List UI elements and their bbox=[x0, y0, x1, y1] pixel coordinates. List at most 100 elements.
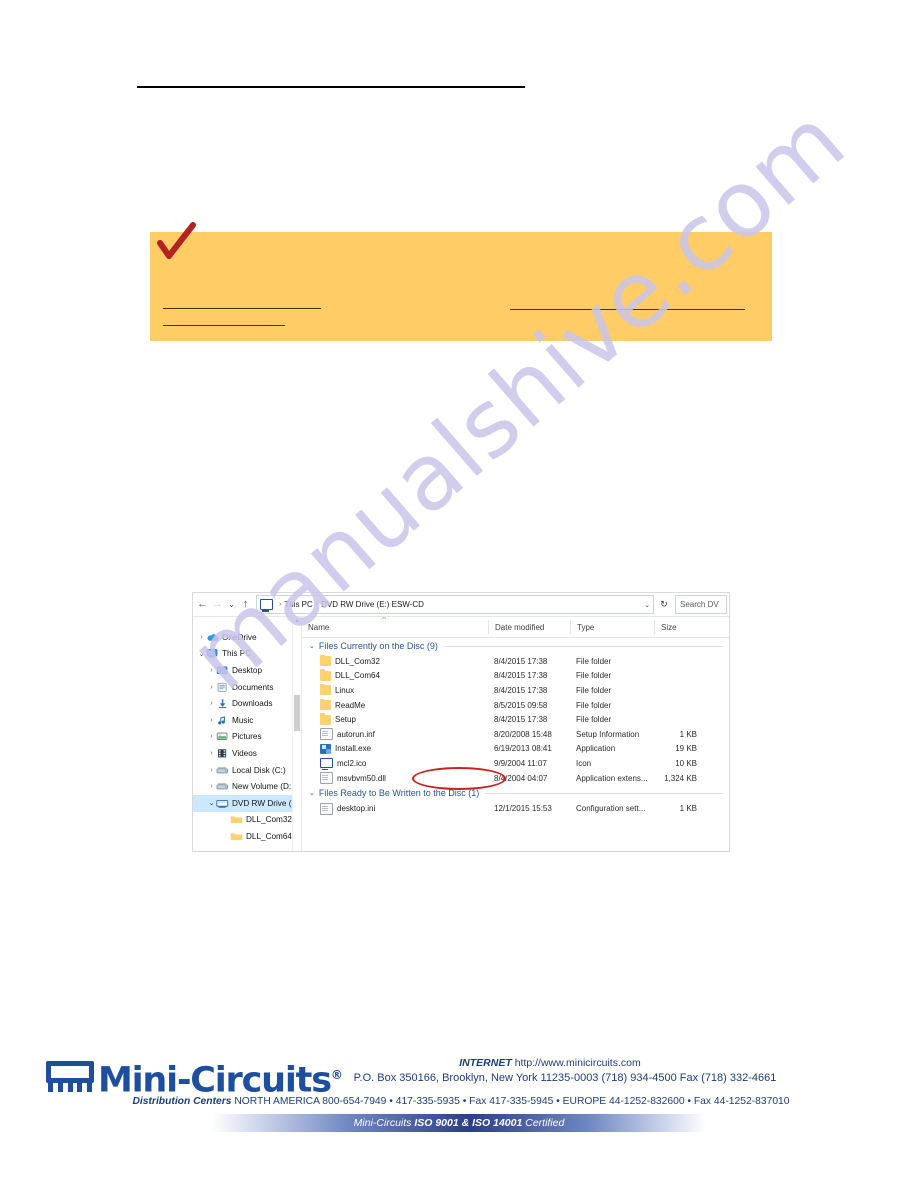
scrollbar-thumb[interactable] bbox=[294, 695, 300, 731]
file-row[interactable]: autorun.inf 8/20/2008 15:48 Setup Informat… bbox=[302, 727, 729, 742]
mini-circuits-logo: Mini-Circuits® bbox=[46, 1057, 343, 1099]
file-size-cell: 1,324 KB bbox=[664, 773, 697, 783]
file-name-cell[interactable]: autorun.inf bbox=[302, 728, 488, 741]
file-row[interactable]: DLL_Com64 8/4/2015 17:38 File folder bbox=[302, 669, 729, 684]
chevron-right-icon[interactable]: › bbox=[207, 717, 216, 724]
file-name-cell[interactable]: Linux bbox=[302, 683, 488, 696]
file-row[interactable]: ReadMe 8/5/2015 09:58 File folder bbox=[302, 698, 729, 713]
application-icon bbox=[320, 743, 331, 754]
column-header-size[interactable]: Size bbox=[654, 620, 704, 634]
breadcrumb-item-this-pc[interactable]: This PC bbox=[284, 600, 312, 609]
nav-item-this-pc[interactable]: ⌄ This PC bbox=[193, 646, 301, 663]
file-row[interactable]: msvbvm50.dll 8/4/2004 04:07 Application ex… bbox=[302, 771, 729, 786]
nav-item-documents[interactable]: › Documents bbox=[193, 679, 301, 696]
file-row[interactable]: Linux 8/4/2015 17:38 File folder bbox=[302, 683, 729, 698]
column-header-row: Name ˄ Date modified Type Size bbox=[302, 617, 729, 638]
folder-icon bbox=[230, 831, 243, 842]
chevron-right-icon[interactable]: › bbox=[207, 750, 216, 757]
nav-item-new-volume-d[interactable]: › New Volume (D: bbox=[193, 778, 301, 795]
nav-item-pictures[interactable]: › Pictures bbox=[193, 729, 301, 746]
chevron-right-icon[interactable]: › bbox=[207, 767, 216, 774]
address-bar: ← → ⌄ ↑ › This PC › DVD RW Drive (E:) ES… bbox=[193, 593, 729, 617]
column-header-type[interactable]: Type bbox=[570, 620, 654, 634]
header-rule bbox=[137, 86, 525, 88]
onedrive-cloud-icon bbox=[206, 632, 219, 643]
file-row[interactable]: Setup 8/4/2015 17:38 File folder bbox=[302, 712, 729, 727]
search-input[interactable]: Search DV bbox=[675, 595, 727, 614]
nav-item-label: DLL_Com64 bbox=[246, 831, 292, 841]
file-name-cell[interactable]: DLL_Com32 bbox=[302, 654, 488, 667]
chevron-right-icon[interactable]: › bbox=[207, 684, 216, 691]
file-size-cell: 19 KB bbox=[675, 744, 697, 754]
nav-item-label: DVD RW Drive (E bbox=[232, 798, 297, 808]
nav-item-videos[interactable]: › Videos bbox=[193, 745, 301, 762]
chevron-right-icon[interactable]: › bbox=[207, 700, 216, 707]
file-name-cell[interactable]: Install.exe bbox=[302, 743, 488, 754]
folder-icon bbox=[320, 713, 331, 725]
hard-drive-icon bbox=[216, 765, 229, 776]
nav-item-dll-com32[interactable]: DLL_Com32 bbox=[193, 812, 301, 829]
file-explorer-window: ← → ⌄ ↑ › This PC › DVD RW Drive (E:) ES… bbox=[192, 592, 730, 852]
chevron-right-icon[interactable]: › bbox=[197, 634, 206, 641]
file-type-cell: File folder bbox=[576, 671, 612, 681]
file-name-cell[interactable]: Setup bbox=[302, 713, 488, 725]
breadcrumb-item-dvd-drive[interactable]: DVD RW Drive (E:) ESW-CD bbox=[321, 600, 424, 609]
file-name-label: desktop.ini bbox=[337, 804, 376, 814]
group-divider bbox=[485, 792, 723, 794]
chevron-down-icon[interactable]: ⌄ bbox=[640, 601, 650, 609]
distribution-contacts: NORTH AMERICA 800-654-7949 • 417-335-593… bbox=[234, 1096, 790, 1107]
nav-item-onedrive[interactable]: › OneDrive bbox=[193, 629, 301, 646]
chevron-down-icon[interactable]: ⌄ bbox=[309, 642, 315, 650]
file-group-header[interactable]: ⌄ Files Currently on the Disc (9) bbox=[302, 638, 729, 654]
scroll-up-icon[interactable]: ▲ bbox=[293, 617, 301, 626]
nav-item-desktop[interactable]: › Desktop bbox=[193, 662, 301, 679]
nav-item-dll-com64[interactable]: DLL_Com64 bbox=[193, 828, 301, 845]
group-divider bbox=[443, 645, 723, 647]
file-type-cell: Application extens... bbox=[576, 773, 648, 783]
file-name-cell[interactable]: mcl2.ico bbox=[302, 758, 488, 771]
nav-item-music[interactable]: › Music bbox=[193, 712, 301, 729]
file-type-cell: Configuration sett... bbox=[576, 804, 646, 814]
dll-file-icon bbox=[320, 772, 333, 785]
file-date-cell: 6/19/2013 08:41 bbox=[494, 744, 552, 754]
file-name-label: autorun.inf bbox=[337, 729, 375, 739]
chevron-right-icon[interactable]: › bbox=[207, 733, 216, 740]
column-header-date-modified[interactable]: Date modified bbox=[488, 620, 570, 634]
nav-scrollbar[interactable]: ▲ bbox=[292, 617, 301, 851]
blank-rule-2 bbox=[510, 309, 745, 310]
file-row[interactable]: mcl2.ico 9/9/2004 11:07 Icon 10 KB bbox=[302, 756, 729, 771]
chevron-down-icon[interactable]: ⌄ bbox=[309, 789, 315, 797]
folder-icon bbox=[320, 669, 331, 681]
file-row[interactable]: desktop.ini 12/1/2015 15:53 Configuration … bbox=[302, 801, 729, 816]
file-row[interactable]: Install.exe 6/19/2013 08:41 Application 19 … bbox=[302, 742, 729, 757]
file-name-cell[interactable]: msvbvm50.dll bbox=[302, 772, 488, 785]
up-arrow-icon[interactable]: ↑ bbox=[238, 596, 253, 614]
refresh-icon[interactable]: ↻ bbox=[656, 595, 672, 614]
forward-arrow-icon[interactable]: → bbox=[210, 596, 225, 614]
chevron-down-icon[interactable]: ⌄ bbox=[207, 799, 216, 807]
column-header-name[interactable]: Name ˄ bbox=[302, 617, 488, 634]
file-row[interactable]: DLL_Com32 8/4/2015 17:38 File folder bbox=[302, 654, 729, 669]
breadcrumb[interactable]: › This PC › DVD RW Drive (E:) ESW-CD ⌄ bbox=[256, 595, 654, 614]
file-group-header[interactable]: ⌄ Files Ready to Be Written to the Disc (… bbox=[302, 785, 729, 801]
recent-locations-icon[interactable]: ⌄ bbox=[225, 596, 238, 614]
chevron-down-icon[interactable]: ⌄ bbox=[197, 650, 206, 658]
chevron-right-icon[interactable]: › bbox=[207, 783, 216, 790]
file-date-cell: 8/4/2015 17:38 bbox=[494, 685, 548, 695]
nav-item-local-disk-c[interactable]: › Local Disk (C:) bbox=[193, 762, 301, 779]
file-name-cell[interactable]: ReadMe bbox=[302, 698, 488, 711]
page-footer: Mini-Circuits® INTERNET http://www.minic… bbox=[0, 1056, 918, 1188]
folder-icon bbox=[320, 683, 331, 696]
file-name-cell[interactable]: DLL_Com64 bbox=[302, 669, 488, 681]
nav-item-dvd-rw-drive-e[interactable]: ⌄ DVD RW Drive (E bbox=[193, 794, 301, 812]
nav-item-downloads[interactable]: › Downloads bbox=[193, 695, 301, 712]
file-date-cell: 12/1/2015 15:53 bbox=[494, 804, 552, 814]
column-header-name-label: Name bbox=[308, 622, 330, 632]
file-list-pane: Name ˄ Date modified Type Size ⌄ Files Cu… bbox=[302, 617, 729, 851]
file-date-cell: 9/9/2004 11:07 bbox=[494, 758, 547, 768]
chevron-right-icon[interactable]: › bbox=[207, 667, 216, 674]
file-name-cell[interactable]: desktop.ini bbox=[302, 802, 488, 815]
back-arrow-icon[interactable]: ← bbox=[195, 596, 210, 614]
file-date-cell: 8/4/2015 17:38 bbox=[494, 671, 548, 681]
file-name-label: mcl2.ico bbox=[337, 758, 367, 768]
